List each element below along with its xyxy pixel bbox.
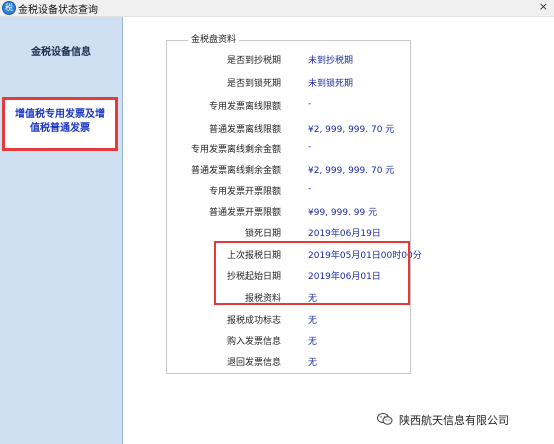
row-label: 退回发票信息 — [226, 358, 281, 368]
row-value: ¥99, 999. 99 元 — [308, 208, 378, 218]
watermark-text: 陕西航天信息有限公司 — [399, 414, 509, 427]
row-label: 是否到锁死期 — [226, 79, 281, 89]
sidebar-item-device-info[interactable]: 金税设备信息 — [0, 43, 122, 58]
info-row: 是否到抄税期 未到抄税期 — [166, 53, 451, 66]
row-value: 无 — [308, 316, 318, 326]
row-value: 未到抄税期 — [308, 56, 354, 66]
row-label: 锁死日期 — [244, 229, 281, 239]
highlight-box — [214, 241, 410, 305]
info-row: 普通发票开票限额 ¥99, 999. 99 元 — [166, 205, 451, 218]
panel-title: 金税盘资料 — [188, 32, 240, 45]
row-label: 购入发票信息 — [226, 337, 281, 347]
row-label: 普通发票离线剩余金额 — [190, 166, 281, 176]
row-label: 专用发票离线限额 — [208, 102, 281, 112]
row-value: - — [308, 99, 312, 109]
row-label: 专用发票开票限额 — [208, 187, 281, 197]
sidebar-item-label-line2: 值税普通发票 — [30, 123, 90, 134]
sidebar-item-label-line1: 增值税专用发票及增 — [15, 109, 105, 120]
row-value: 未到锁死期 — [308, 79, 354, 89]
row-value: - — [308, 142, 312, 152]
title-bar: 税 金税设备状态查询 × — [0, 0, 554, 17]
info-row: 退回发票信息 无 — [166, 355, 451, 368]
row-value: - — [308, 184, 312, 194]
close-icon[interactable]: × — [539, 0, 548, 13]
app-icon: 税 — [2, 1, 16, 15]
row-label: 是否到抄税期 — [226, 56, 281, 66]
info-row: 锁死日期 2019年06月19日 — [166, 226, 451, 239]
info-row: 普通发票离线限额 ¥2, 999, 999. 70 元 — [166, 122, 451, 135]
row-label: 普通发票开票限额 — [208, 208, 281, 218]
row-value: ¥2, 999, 999. 70 元 — [308, 166, 395, 176]
sidebar: 金税设备信息 增值税专用发票及增 值税普通发票 — [0, 17, 123, 444]
info-row: 专用发票开票限额 - — [166, 184, 451, 197]
row-value: 无 — [308, 358, 318, 368]
window-title: 金税设备状态查询 — [18, 5, 98, 16]
info-row: 购入发票信息 无 — [166, 334, 451, 347]
row-label: 普通发票离线限额 — [208, 125, 281, 135]
wechat-icon — [377, 413, 393, 425]
info-row: 报税成功标志 无 — [166, 313, 451, 326]
info-row: 普通发票离线剩余金额 ¥2, 999, 999. 70 元 — [166, 163, 451, 176]
row-value: ¥2, 999, 999. 70 元 — [308, 125, 395, 135]
row-label: 专用发票离线剩余金额 — [190, 145, 281, 155]
info-row: 专用发票离线限额 - — [166, 99, 451, 112]
sidebar-item-invoice-types[interactable]: 增值税专用发票及增 值税普通发票 — [2, 97, 118, 151]
info-row: 是否到锁死期 未到锁死期 — [166, 76, 451, 89]
row-label: 报税成功标志 — [226, 316, 281, 326]
info-row: 专用发票离线剩余金额 - — [166, 142, 451, 155]
row-value: 无 — [308, 337, 318, 347]
row-value: 2019年06月19日 — [308, 229, 381, 239]
